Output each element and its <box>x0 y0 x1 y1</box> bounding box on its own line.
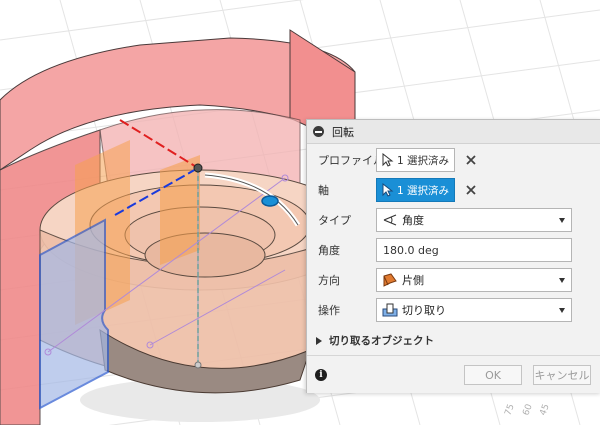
angle-row: 角度 <box>307 238 600 262</box>
operation-value: 切り取り <box>402 304 446 317</box>
direction-value: 片側 <box>402 274 424 287</box>
axis-origin-point[interactable] <box>193 163 203 173</box>
profile-label: プロファイル <box>318 154 384 167</box>
ruler-labels: 75 60 45 <box>503 403 551 417</box>
section-label: 切り取るオブジェクト <box>329 335 434 347</box>
ok-button[interactable]: OK <box>464 365 522 385</box>
profile-select-button[interactable]: 1 選択済み <box>376 148 455 172</box>
collapse-icon[interactable] <box>313 126 324 137</box>
cursor-icon <box>382 183 394 197</box>
expand-triangle-icon <box>316 336 322 345</box>
close-icon[interactable] <box>465 154 477 166</box>
chevron-down-icon <box>559 278 565 283</box>
type-row: タイプ 角度 <box>307 208 600 232</box>
axis-value: 1 選択済み <box>397 184 450 197</box>
ruler-label: 45 <box>538 403 551 417</box>
type-label: タイプ <box>318 214 351 227</box>
axis-select-button[interactable]: 1 選択済み <box>376 178 455 202</box>
dialog-header[interactable]: 回転 <box>307 120 600 144</box>
angle-type-icon <box>383 214 397 226</box>
cut-icon <box>382 303 398 317</box>
cursor-icon <box>382 153 394 167</box>
type-value: 角度 <box>402 214 424 227</box>
ruler-label: 75 <box>503 403 516 417</box>
angle-input[interactable] <box>376 238 572 262</box>
profile-value: 1 選択済み <box>397 154 450 167</box>
axis-label: 軸 <box>318 184 329 197</box>
chevron-down-icon <box>559 308 565 313</box>
operation-dropdown[interactable]: 切り取り <box>376 298 572 322</box>
angle-handle[interactable] <box>261 195 279 207</box>
one-side-icon <box>383 273 397 287</box>
cancel-button[interactable]: キャンセル <box>533 365 591 385</box>
profile-row: プロファイル 1 選択済み <box>307 148 600 172</box>
bodies-to-cut-section[interactable]: 切り取るオブジェクト <box>316 333 434 348</box>
direction-row: 方向 片側 <box>307 268 600 292</box>
close-icon[interactable] <box>465 184 477 196</box>
dialog-footer: i OK キャンセル <box>307 355 600 393</box>
dialog-title: 回転 <box>332 125 354 139</box>
type-dropdown[interactable]: 角度 <box>376 208 572 232</box>
operation-row: 操作 切り取り <box>307 298 600 322</box>
sketch-plane-center <box>160 155 200 265</box>
angle-label: 角度 <box>318 244 340 257</box>
chevron-down-icon <box>559 218 565 223</box>
ruler-label: 60 <box>521 403 534 417</box>
direction-label: 方向 <box>318 274 340 287</box>
axis-end-point <box>194 361 202 369</box>
direction-dropdown[interactable]: 片側 <box>376 268 572 292</box>
operation-label: 操作 <box>318 304 340 317</box>
revolve-dialog: 回転 プロファイル 1 選択済み 軸 1 選択済み タイプ 角度 角度 180.… <box>306 119 600 393</box>
info-icon[interactable]: i <box>315 369 327 381</box>
axis-row: 軸 1 選択済み <box>307 178 600 202</box>
